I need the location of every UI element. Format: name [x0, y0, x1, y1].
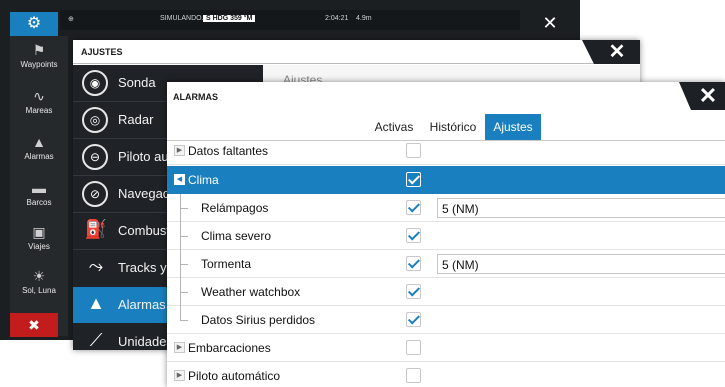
flag-icon: ⚑: [32, 42, 46, 58]
ajustes-title: AJUSTES: [73, 40, 640, 64]
sidebar-item-mareas[interactable]: ∿ Mareas: [10, 88, 68, 115]
ajustes-menu-label: Piloto aut: [118, 149, 173, 164]
ajustes-menu-label: Radar: [118, 112, 154, 127]
sidebar-item-label: Alarmas: [24, 152, 54, 161]
status-time: 2:04:21: [325, 15, 349, 22]
cancel-button[interactable]: ✖: [10, 313, 58, 337]
alarm-row-embarcaciones[interactable]: ▶ Embarcaciones: [167, 334, 725, 362]
sidebar-item-label: Viajes: [28, 242, 50, 251]
compass-icon: ⊘: [82, 181, 108, 207]
ajustes-menu-label: Alarmas: [118, 297, 166, 312]
alarm-threshold-field[interactable]: 5 (NM): [437, 198, 725, 218]
boat-icon: ▬: [32, 180, 46, 196]
bell-icon: ▲: [32, 134, 46, 150]
autopilot-wheel-icon: ⊖: [82, 144, 108, 170]
sidebar-item-viajes[interactable]: ▣ Viajes: [10, 224, 68, 251]
tide-wave-icon: ∿: [33, 88, 45, 104]
home-button[interactable]: ⚙: [10, 12, 58, 36]
tree-line: [180, 320, 188, 321]
tree-line: [180, 306, 181, 321]
sun-moon-icon: ☀: [32, 268, 46, 284]
alarm-row-label: Weather watchbox: [201, 285, 301, 299]
alarm-threshold-field[interactable]: 5 (NM): [437, 254, 725, 274]
alarm-row-label: Piloto automático: [188, 369, 281, 383]
alarm-row-label: Datos Sirius perdidos: [201, 313, 316, 327]
status-bar: ⊕ SIMULANDO... S HDG 359 °M 2:04:21 4.9m: [60, 10, 580, 30]
sidebar-item-waypoints[interactable]: ⚑ Waypoints: [10, 42, 68, 69]
alarm-enabled-checkbox[interactable]: [406, 256, 421, 271]
alarm-row-label: Tormenta: [201, 257, 252, 271]
ruler-icon: ⟋: [89, 330, 103, 350]
status-mode: SIMULANDO...: [160, 15, 208, 22]
sidebar-item-label: Waypoints: [20, 60, 58, 69]
alarm-enabled-checkbox[interactable]: [406, 228, 421, 243]
status-heading: S HDG 359 °M: [203, 15, 256, 22]
expand-arrow-icon[interactable]: ▶: [174, 342, 185, 353]
alarmas-title: ALARMAS: [167, 82, 725, 110]
sidebar-item-label: Barcos: [26, 198, 52, 207]
sidebar: ⚑ Waypoints ∿ Mareas ▲ Alarmas ▬ Barcos …: [10, 36, 68, 336]
ajustes-menu-label: Navegaci: [118, 186, 173, 201]
alarm-row-datos-faltantes[interactable]: ▶ Datos faltantes: [167, 137, 725, 165]
fuel-pump-icon: ⛽: [84, 219, 108, 239]
ajustes-menu-label: Unidades: [118, 334, 173, 349]
alarm-row-clima-severo[interactable]: Clima severo: [167, 222, 725, 250]
alarm-enabled-checkbox[interactable]: [406, 340, 421, 355]
ajustes-menu-label: Sonda: [118, 75, 156, 90]
alarm-row-label: Clima severo: [201, 229, 272, 243]
alarm-enabled-checkbox[interactable]: [406, 284, 421, 299]
tree-line: [180, 264, 188, 265]
bell-icon: ▲: [87, 293, 105, 313]
alarm-enabled-checkbox[interactable]: [406, 172, 421, 187]
alarm-row-relampagos[interactable]: Relámpagos 5 (NM): [167, 194, 725, 222]
sidebar-item-label: Sol, Luna: [22, 286, 56, 295]
tree-line: [180, 236, 188, 237]
gear-icon: ⚙: [26, 15, 42, 32]
sidebar-item-label: Mareas: [25, 106, 53, 115]
sidebar-item-barcos[interactable]: ▬ Barcos: [10, 180, 68, 207]
alarm-row-tormenta[interactable]: Tormenta 5 (NM): [167, 250, 725, 278]
alarm-row-label: Embarcaciones: [188, 341, 271, 355]
alarm-row-label: Clima: [188, 173, 219, 187]
collapse-arrow-icon[interactable]: ◀: [174, 174, 185, 185]
alarm-enabled-checkbox[interactable]: [406, 368, 421, 383]
expand-arrow-icon[interactable]: ▶: [174, 370, 185, 381]
alarm-enabled-checkbox[interactable]: [406, 312, 421, 327]
expand-arrow-icon[interactable]: ▶: [174, 145, 185, 156]
alarm-row-clima[interactable]: ◀ Clima: [167, 166, 725, 194]
sidebar-item-sol-luna[interactable]: ☀ Sol, Luna: [10, 268, 68, 295]
alarm-row-weather-watchbox[interactable]: Weather watchbox: [167, 278, 725, 306]
radar-icon: ◎: [82, 107, 108, 133]
alarm-row-piloto-automatico[interactable]: ▶ Piloto automático: [167, 362, 725, 387]
alarmas-dialog: ALARMAS ✕ Activas Histórico Ajustes ▶ Da…: [167, 82, 725, 387]
alarmas-close-button[interactable]: ✕: [679, 82, 725, 110]
alarm-enabled-checkbox[interactable]: [406, 143, 421, 158]
ajustes-menu-label: Combusti: [118, 223, 173, 238]
cross-icon: ✖: [28, 317, 40, 333]
tree-line: [180, 208, 188, 209]
status-close-button[interactable]: ✕: [520, 10, 580, 36]
tracks-icon: ⤳: [88, 256, 104, 276]
sonar-icon: ◉: [82, 70, 108, 96]
status-distance: 4.9m: [356, 15, 372, 22]
alarm-enabled-checkbox[interactable]: [406, 200, 421, 215]
alarm-row-label: Relámpagos: [201, 201, 269, 215]
alarm-row-datos-sirius[interactable]: Datos Sirius perdidos: [167, 306, 725, 334]
sidebar-item-alarmas[interactable]: ▲ Alarmas: [10, 134, 68, 161]
tree-line: [180, 292, 188, 293]
trip-icon: ▣: [32, 224, 46, 240]
gps-icon: ⊕: [68, 16, 74, 23]
alarm-row-label: Datos faltantes: [188, 144, 269, 158]
ajustes-close-button[interactable]: ✕: [582, 40, 640, 64]
